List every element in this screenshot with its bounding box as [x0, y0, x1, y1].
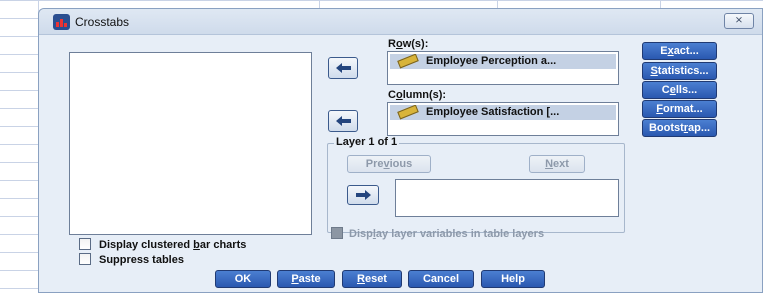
next-layer-button[interactable]: Next	[529, 155, 585, 173]
checkbox-box	[79, 238, 91, 250]
crosstabs-dialog: Crosstabs ⨯ Row(s): Employee Perception …	[38, 8, 763, 293]
format-button[interactable]: Format...	[642, 100, 717, 118]
statistics-button[interactable]: Statistics...	[642, 62, 717, 80]
move-to-layer-button[interactable]	[347, 185, 379, 205]
move-to-columns-button[interactable]	[328, 110, 358, 132]
rows-variable-name: Employee Perception a...	[426, 55, 557, 67]
layer-target-list[interactable]	[395, 179, 619, 217]
title-bar[interactable]: Crosstabs ⨯	[39, 9, 762, 35]
columns-variable-item[interactable]: Employee Satisfaction [...	[390, 105, 616, 120]
suppress-tables-checkbox[interactable]: Suppress tables	[79, 253, 184, 266]
rows-target-list[interactable]: Employee Perception a...	[387, 51, 619, 85]
exact-button[interactable]: Exact...	[642, 42, 717, 60]
scale-variable-icon	[397, 54, 419, 69]
columns-target-list[interactable]: Employee Satisfaction [...	[387, 102, 619, 136]
checkbox-box	[331, 227, 343, 239]
close-button[interactable]: ⨯	[724, 13, 754, 29]
cells-button[interactable]: Cells...	[642, 81, 717, 99]
cancel-button[interactable]: Cancel	[408, 270, 474, 288]
ok-button[interactable]: OK	[215, 270, 271, 288]
bootstrap-button[interactable]: Bootstrap...	[642, 119, 717, 137]
rows-label: Row(s):	[388, 38, 429, 50]
scale-variable-icon	[397, 105, 419, 120]
help-button[interactable]: Help	[481, 270, 545, 288]
paste-button[interactable]: Paste	[277, 270, 335, 288]
close-icon: ⨯	[734, 15, 744, 26]
columns-label: Column(s):	[388, 89, 447, 101]
columns-variable-name: Employee Satisfaction [...	[426, 106, 560, 118]
arrow-left-icon	[336, 63, 351, 73]
display-layer-variables-checkbox[interactable]: Display layer variables in table layers	[331, 227, 544, 240]
checkbox-box	[79, 253, 91, 265]
arrow-right-icon	[356, 190, 371, 200]
move-to-rows-button[interactable]	[328, 57, 358, 79]
layer-title: Layer 1 of 1	[334, 136, 400, 148]
dialog-title: Crosstabs	[75, 15, 130, 29]
clustered-bar-charts-checkbox[interactable]: Display clustered bar charts	[79, 238, 246, 251]
app-icon	[53, 14, 70, 30]
previous-layer-button[interactable]: Previous	[347, 155, 431, 173]
rows-variable-item[interactable]: Employee Perception a...	[390, 54, 616, 69]
reset-button[interactable]: Reset	[342, 270, 402, 288]
source-variable-list[interactable]	[69, 52, 312, 235]
arrow-left-icon	[336, 116, 351, 126]
